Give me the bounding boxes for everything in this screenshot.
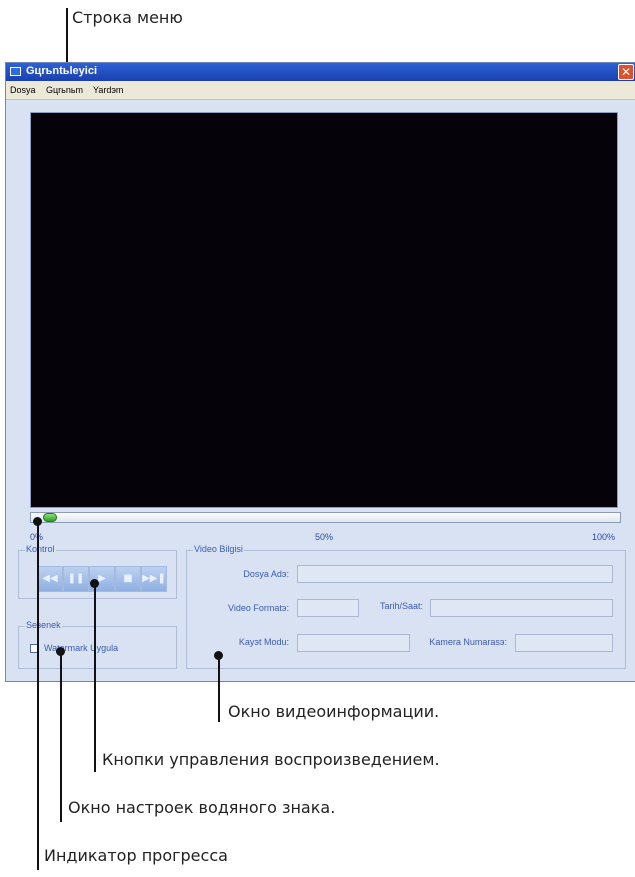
menu-item-help[interactable]: Yardэm [93, 85, 123, 95]
file-name-field[interactable] [297, 565, 613, 583]
controls-callout-line [94, 584, 96, 772]
progress-bar[interactable] [30, 512, 621, 523]
menu-callout-label: Строка меню [72, 8, 183, 27]
controls-callout-dot [90, 579, 99, 588]
video-info-callout-label: Окно видеоинформации. [228, 702, 440, 721]
control-group: Kontrol ◀◀ ❚❚ ▶ ■ ▶▶❚ [18, 544, 177, 599]
progress-thumb[interactable] [43, 513, 57, 522]
datetime-label: Tarih/Saat: [379, 601, 423, 611]
file-name-label: Dosya Adэ: [243, 569, 289, 579]
video-format-field[interactable] [297, 599, 359, 617]
option-group-title: Seзenek [25, 620, 62, 630]
record-mode-label: Kayэt Modu: [238, 637, 289, 647]
previous-button[interactable]: ◀◀ [37, 566, 63, 592]
video-info-title: Video Bilgisi [193, 544, 244, 554]
video-info-callout-dot [214, 651, 223, 660]
camera-number-label: Kamera Numarasэ: [429, 637, 507, 647]
progress-label-mid: 50% [315, 532, 334, 542]
progress-label-end: 100% [592, 532, 616, 542]
option-group: Seзenek Watermark Uygula [18, 620, 177, 669]
video-info-group: Video Bilgisi Dosya Adэ: Video Formatэ: … [186, 544, 626, 669]
stop-button[interactable]: ■ [115, 566, 141, 592]
menu-item-view[interactable]: Gцrьnьm [46, 85, 83, 95]
watermark-callout-dot [56, 647, 65, 656]
app-icon [10, 67, 21, 76]
camera-number-field[interactable] [515, 634, 613, 652]
menu-bar: Dosya Gцrьnьm Yardэm [6, 81, 635, 100]
video-display[interactable] [30, 112, 618, 508]
close-icon[interactable]: ✕ [618, 64, 634, 80]
control-group-title: Kontrol [25, 544, 56, 554]
next-button[interactable]: ▶▶❚ [141, 566, 167, 592]
pause-button[interactable]: ❚❚ [63, 566, 89, 592]
player-window: Gцrьntьleyici ✕ Dosya Gцrьnьm Yardэm 0% … [5, 62, 635, 682]
watermark-callout-line [60, 652, 62, 822]
record-mode-field[interactable] [297, 634, 410, 652]
watermark-callout-label: Окно настроек водяного знака. [68, 798, 336, 817]
video-format-label: Video Formatэ: [228, 603, 289, 613]
window-title: Gцrьntьleyici [26, 65, 98, 77]
datetime-field[interactable] [430, 599, 613, 617]
progress-callout-line [37, 522, 39, 870]
progress-callout-dot [33, 517, 42, 526]
video-info-callout-line [218, 656, 220, 722]
title-bar[interactable]: Gцrьntьleyici ✕ [6, 63, 635, 81]
progress-callout-label: Индикатор прогресса [44, 846, 228, 865]
controls-callout-label: Кнопки управления воспроизведением. [102, 750, 440, 769]
menu-item-file[interactable]: Dosya [10, 85, 36, 95]
